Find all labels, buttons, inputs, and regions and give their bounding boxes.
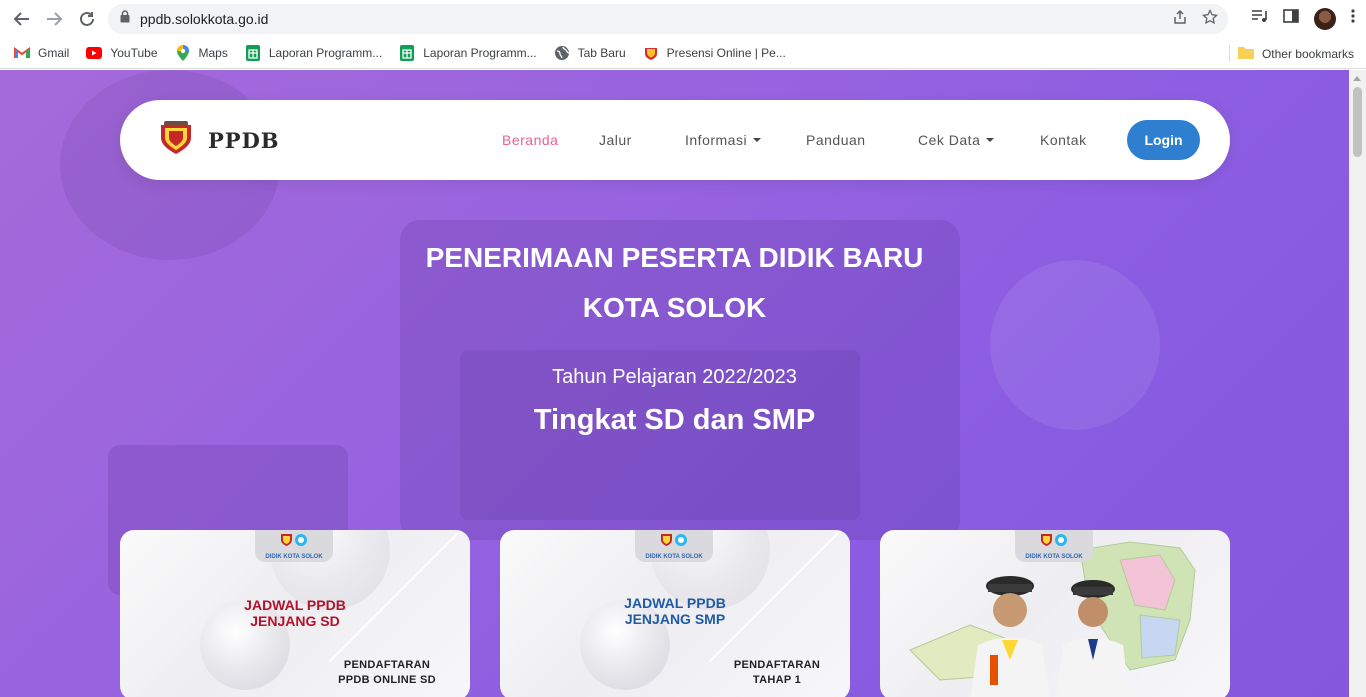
url-text: ppdb.solokkota.go.id [140, 11, 269, 27]
official-portrait-left [960, 570, 1060, 697]
hero-year: Tahun Pelajaran 2022/2023 [552, 366, 797, 388]
caret-down-icon [986, 138, 995, 142]
profile-avatar[interactable] [1314, 7, 1336, 30]
nav-panduan[interactable]: Panduan [806, 132, 866, 148]
bookmark-laporan-1[interactable]: Laporan Programm... [245, 45, 382, 61]
emblem-icon [643, 45, 659, 61]
login-button[interactable]: Login [1127, 120, 1200, 160]
forward-icon[interactable] [42, 7, 66, 31]
page-scrollbar[interactable] [1349, 70, 1366, 697]
bookmark-tab-baru[interactable]: Tab Baru [554, 45, 626, 61]
sheets-icon [399, 45, 415, 61]
nav-kontak[interactable]: Kontak [1040, 132, 1087, 148]
reload-icon[interactable] [75, 7, 99, 31]
card-tab: DIDIK KOTA SOLOK [1015, 530, 1093, 562]
card-tab: DIDIK KOTA SOLOK [255, 530, 333, 562]
globe-icon [554, 45, 570, 61]
address-bar[interactable]: ppdb.solokkota.go.id [108, 4, 1228, 34]
other-bookmarks[interactable]: Other bookmarks [1237, 38, 1354, 69]
dinas-logo-icon [659, 533, 689, 552]
emblem-logo-icon [158, 120, 194, 160]
nav-beranda[interactable]: Beranda [502, 132, 558, 148]
share-icon[interactable] [1172, 9, 1188, 30]
caret-down-icon [753, 138, 762, 142]
official-portrait-right [1048, 575, 1138, 697]
site-navbar: PPDB Beranda Jalur Informasi Panduan Cek… [120, 100, 1230, 180]
maps-icon [175, 45, 191, 61]
media-icon[interactable] [1250, 7, 1268, 30]
sheets-icon [245, 45, 261, 61]
card-heading: JADWAL PPDB JENJANG SD [244, 597, 346, 629]
bookmark-maps[interactable]: Maps [175, 45, 228, 61]
browser-toolbar: ppdb.solokkota.go.id [0, 0, 1366, 38]
youtube-icon [86, 45, 103, 61]
hero-city: KOTA SOLOK [582, 292, 767, 323]
card-subtitle: PENDAFTARAN TAHAP 1 [733, 659, 821, 686]
nav-cek-data-dropdown[interactable]: Cek Data [918, 132, 995, 148]
bookmark-presensi[interactable]: Presensi Online | Pe... [643, 45, 786, 61]
scroll-up-icon[interactable] [1353, 76, 1361, 81]
bookmark-separator [1229, 45, 1230, 62]
brand-name: PPDB [208, 127, 280, 153]
star-icon[interactable] [1202, 8, 1218, 30]
back-icon[interactable] [10, 7, 34, 31]
hero-level: Tingkat SD dan SMP [533, 404, 816, 436]
folder-icon [1237, 46, 1254, 62]
bookmark-gmail[interactable]: Gmail [14, 45, 69, 61]
bookmark-youtube[interactable]: YouTube [86, 45, 158, 61]
kebab-menu-icon[interactable] [1350, 7, 1356, 30]
sidepanel-icon[interactable] [1282, 7, 1300, 30]
card-tab: DIDIK KOTA SOLOK [635, 530, 713, 562]
scrollbar-thumb[interactable] [1353, 87, 1362, 157]
lock-icon [120, 10, 130, 28]
bookmarks-bar: Gmail YouTube Maps Laporan Programm... L… [0, 38, 1366, 69]
nav-informasi-dropdown[interactable]: Informasi [685, 132, 762, 148]
page-viewport: PPDB Beranda Jalur Informasi Panduan Cek… [0, 70, 1349, 697]
bookmark-laporan-2[interactable]: Laporan Programm... [399, 45, 537, 61]
hero-title: PENERIMAAN PESERTA DIDIK BARU [425, 242, 924, 273]
gmail-icon [14, 45, 30, 61]
card-jadwal-smp[interactable]: DIDIK KOTA SOLOK JADWAL PPDB JENJANG SMP… [500, 530, 850, 697]
card-jadwal-sd[interactable]: DIDIK KOTA SOLOK JADWAL PPDB JENJANG SD … [120, 530, 470, 697]
nav-jalur[interactable]: Jalur [599, 132, 632, 148]
brand[interactable]: PPDB [158, 120, 280, 160]
card-subtitle: PENDAFTARAN PPDB ONLINE SD [338, 659, 436, 686]
dinas-logo-icon [279, 533, 309, 552]
dinas-logo-icon [1039, 533, 1069, 552]
card-pejabat[interactable]: DIDIK KOTA SOLOK [880, 530, 1230, 697]
card-heading: JADWAL PPDB JENJANG SMP [624, 595, 726, 627]
